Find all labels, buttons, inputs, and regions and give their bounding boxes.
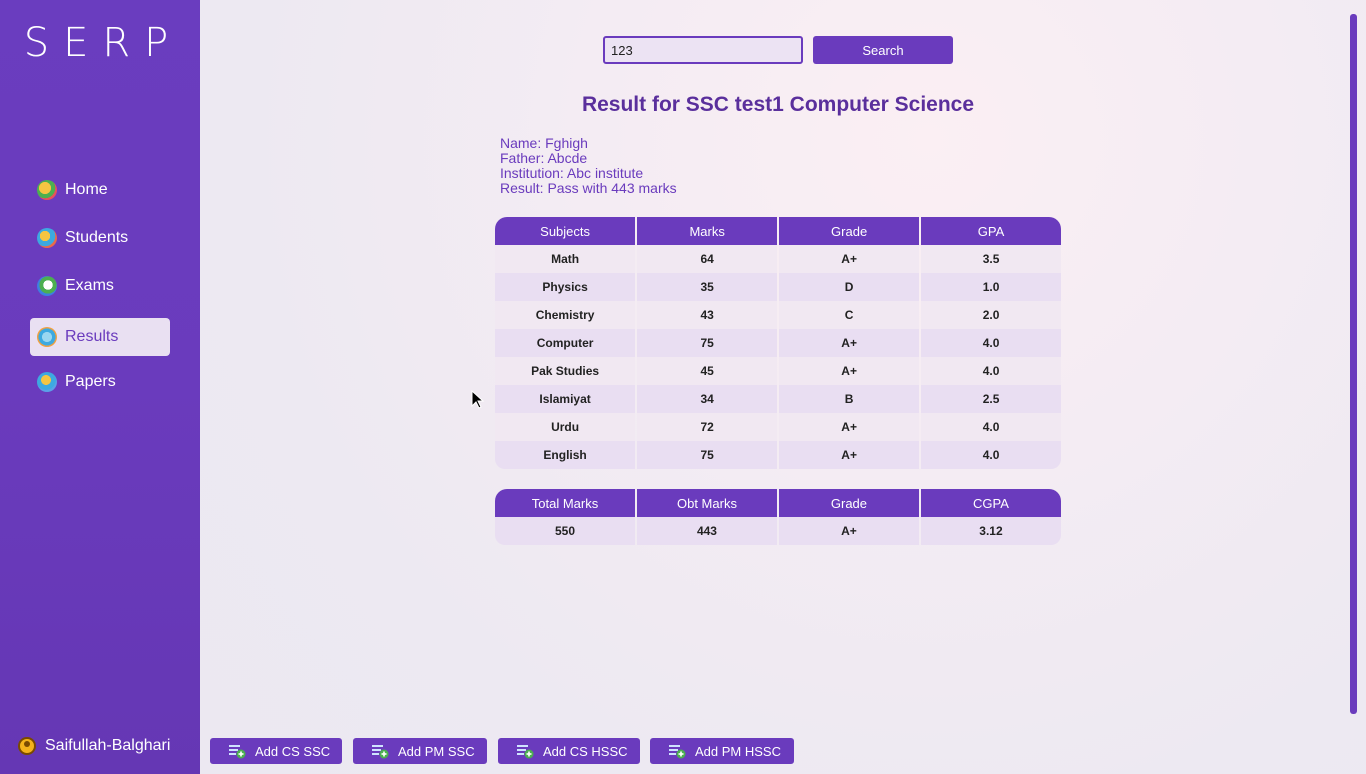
table-cell: Chemistry — [495, 301, 636, 329]
table-row: 550 443 A+ 3.12 — [495, 517, 1061, 545]
table-cell: 3.5 — [921, 245, 1061, 273]
add-list-icon — [229, 745, 246, 759]
table-cell: A+ — [779, 245, 920, 273]
sidebar-item-exams[interactable]: Exams — [30, 267, 170, 305]
table-cell: 64 — [637, 245, 778, 273]
table-cell: 34 — [637, 385, 778, 413]
student-info: Name: Fghigh Father: Abcde Institution: … — [500, 136, 677, 196]
results-icon — [37, 327, 57, 347]
table-cell: 4.0 — [921, 329, 1061, 357]
table-cell: 1.0 — [921, 273, 1061, 301]
button-label: Add PM SSC — [398, 743, 475, 759]
column-header: CGPA — [920, 489, 1061, 517]
table-cell: 443 — [636, 517, 777, 545]
table-cell: A+ — [779, 357, 920, 385]
table-cell: Math — [495, 245, 636, 273]
add-cs-hssc-button[interactable]: Add CS HSSC — [498, 738, 640, 764]
table-cell: 75 — [637, 441, 778, 469]
sidebar-item-label: Exams — [65, 277, 114, 294]
page-title: Result for SSC test1 Computer Science — [581, 93, 975, 116]
user-avatar-icon — [18, 737, 36, 755]
table-cell: B — [779, 385, 920, 413]
table-cell: 45 — [637, 357, 778, 385]
papers-icon — [37, 372, 57, 392]
sidebar: SERP Home Students Exams Results Papers … — [0, 0, 200, 774]
add-cs-ssc-button[interactable]: Add CS SSC — [210, 738, 342, 764]
table-header-row: Subjects Marks Grade GPA — [495, 217, 1061, 245]
students-icon — [37, 228, 57, 248]
table-cell: C — [779, 301, 920, 329]
summary-table: Total Marks Obt Marks Grade CGPA 550 443… — [493, 489, 1063, 545]
table-cell: 4.0 — [921, 441, 1061, 469]
add-list-icon — [517, 745, 534, 759]
table-cell: English — [495, 441, 636, 469]
table-cell: 72 — [637, 413, 778, 441]
search-input[interactable] — [603, 36, 803, 64]
table-cell: D — [779, 273, 920, 301]
student-institution: Institution: Abc institute — [500, 165, 644, 181]
table-cell: 3.12 — [920, 517, 1061, 545]
table-cell: A+ — [779, 329, 920, 357]
table-cell: Pak Studies — [495, 357, 636, 385]
button-label: Add CS HSSC — [543, 743, 628, 759]
column-header: Obt Marks — [636, 489, 777, 517]
sidebar-item-results[interactable]: Results — [30, 318, 170, 356]
subjects-table: Subjects Marks Grade GPA Math 64 A+ 3.5 … — [493, 217, 1063, 469]
table-row: Pak Studies 45 A+ 4.0 — [495, 357, 1061, 385]
user-name: Saifullah-Balghari — [45, 737, 171, 754]
button-label: Add PM HSSC — [695, 743, 781, 759]
sidebar-item-home[interactable]: Home — [30, 171, 170, 209]
student-result: Result: Pass with 443 marks — [500, 180, 677, 196]
student-name: Name: Fghigh — [500, 135, 588, 151]
column-header: Total Marks — [495, 489, 635, 517]
table-cell: A+ — [778, 517, 919, 545]
column-header: Grade — [779, 217, 920, 245]
table-row: Chemistry 43 C 2.0 — [495, 301, 1061, 329]
add-pm-hssc-button[interactable]: Add PM HSSC — [650, 738, 794, 764]
sidebar-item-papers[interactable]: Papers — [30, 363, 170, 401]
sidebar-item-students[interactable]: Students — [30, 219, 170, 257]
table-row: Urdu 72 A+ 4.0 — [495, 413, 1061, 441]
table-cell: 75 — [637, 329, 778, 357]
sidebar-item-label: Home — [65, 181, 108, 198]
column-header: GPA — [921, 217, 1061, 245]
button-label: Add CS SSC — [255, 743, 331, 759]
mouse-cursor-icon — [471, 390, 485, 409]
vertical-scrollbar[interactable] — [1350, 14, 1357, 714]
user-profile[interactable]: Saifullah-Balghari — [18, 737, 170, 755]
add-list-icon — [372, 745, 389, 759]
sidebar-item-label: Results — [65, 328, 119, 345]
sidebar-item-label: Papers — [65, 373, 116, 390]
column-header: Subjects — [495, 217, 636, 245]
table-cell: 2.0 — [921, 301, 1061, 329]
exams-icon — [37, 276, 57, 296]
table-header-row: Total Marks Obt Marks Grade CGPA — [495, 489, 1061, 517]
sidebar-item-label: Students — [65, 229, 129, 246]
table-row: Physics 35 D 1.0 — [495, 273, 1061, 301]
column-header: Grade — [778, 489, 919, 517]
table-cell: A+ — [779, 413, 920, 441]
table-row: English 75 A+ 4.0 — [495, 441, 1061, 469]
table-cell: Urdu — [495, 413, 636, 441]
table-cell: Computer — [495, 329, 636, 357]
search-button[interactable]: Search — [813, 36, 953, 64]
table-cell: A+ — [779, 441, 920, 469]
table-cell: 2.5 — [921, 385, 1061, 413]
student-father: Father: Abcde — [500, 150, 588, 166]
column-header: Marks — [637, 217, 778, 245]
table-cell: 35 — [637, 273, 778, 301]
table-cell: Physics — [495, 273, 636, 301]
table-cell: 4.0 — [921, 413, 1061, 441]
table-row: Math 64 A+ 3.5 — [495, 245, 1061, 273]
table-row: Computer 75 A+ 4.0 — [495, 329, 1061, 357]
table-cell: 4.0 — [921, 357, 1061, 385]
add-list-icon — [669, 745, 686, 759]
app-logo: SERP — [23, 20, 183, 66]
home-icon — [37, 180, 57, 200]
table-cell: 550 — [495, 517, 635, 545]
add-pm-ssc-button[interactable]: Add PM SSC — [353, 738, 487, 764]
table-cell: Islamiyat — [495, 385, 636, 413]
table-row: Islamiyat 34 B 2.5 — [495, 385, 1061, 413]
table-cell: 43 — [637, 301, 778, 329]
